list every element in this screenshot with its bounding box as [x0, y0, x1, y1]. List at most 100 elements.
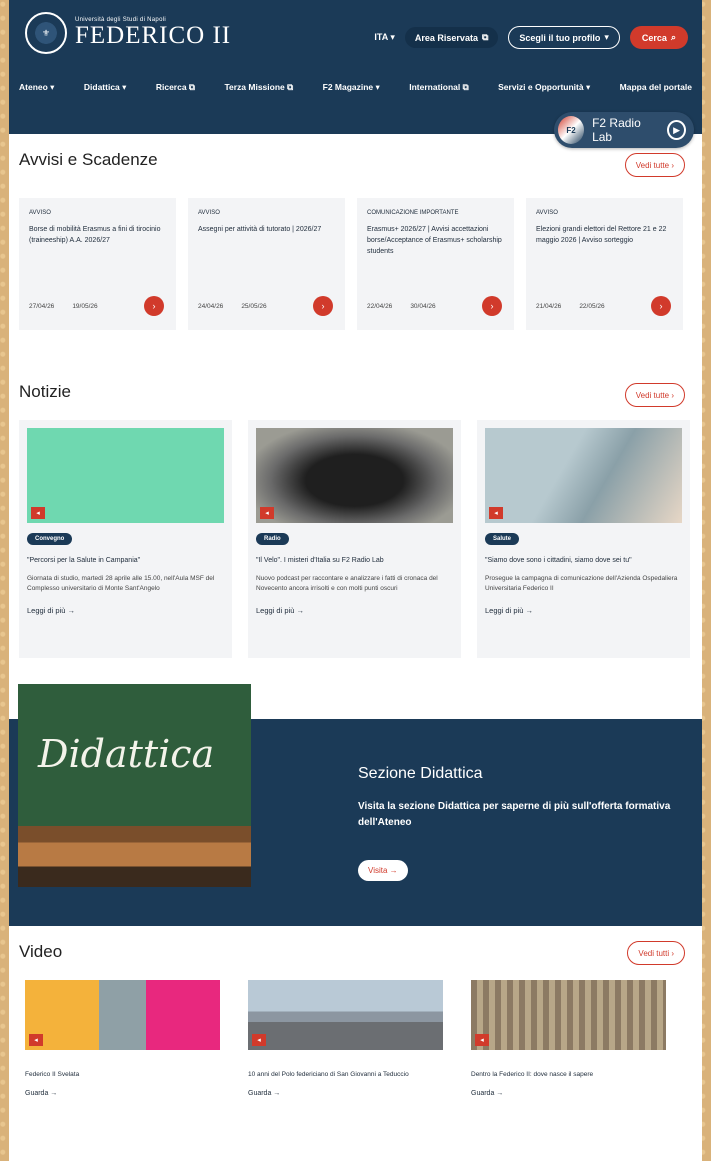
avviso-date-start: 22/04/26: [367, 303, 393, 310]
news-category-badge: Convegno: [27, 533, 73, 545]
notizie-vedi-tutte-button[interactable]: Vedi tutte ›: [624, 383, 685, 407]
didattica-banner: Didattica Sezione Didattica Visita la se…: [9, 684, 702, 926]
video-thumbnail[interactable]: ◂: [471, 980, 666, 1050]
nav-item-f2-magazine[interactable]: F2 Magazine ▾: [323, 82, 380, 93]
avvisi-list: AVVISO Borse di mobilità Erasmus a fini …: [19, 198, 683, 330]
didattica-text: Visita la sezione Didattica per saperne …: [358, 801, 671, 828]
video-card[interactable]: ◂ Federico II Svelata Guarda →: [25, 980, 220, 1097]
didattica-title: Sezione Didattica: [358, 765, 483, 782]
avviso-tag: AVVISO: [198, 210, 220, 216]
video-watch-link[interactable]: Guarda →: [248, 1090, 443, 1097]
news-title[interactable]: "Siamo dove sono i cittadini, siamo dove…: [485, 557, 682, 564]
logo-title: FEDERICO II: [75, 22, 232, 49]
news-read-more-link[interactable]: Leggi di più →: [256, 606, 453, 615]
video-watch-link[interactable]: Guarda →: [25, 1090, 220, 1097]
avviso-text: Erasmus+ 2026/27 | Avvisi accettazioni b…: [367, 226, 502, 255]
seal-icon: ⚜: [25, 12, 67, 54]
avviso-tag: COMUNICAZIONE IMPORTANTE: [367, 210, 459, 216]
avviso-card[interactable]: AVVISO Borse di mobilità Erasmus a fini …: [19, 198, 176, 330]
area-riservata-button[interactable]: Area Riservata ⧉: [404, 27, 499, 48]
radio-label: F2 Radio Lab: [592, 116, 641, 144]
video-watch-link[interactable]: Guarda →: [471, 1090, 666, 1097]
video-title-text[interactable]: Dentro la Federico II: dove nasce il sap…: [471, 1070, 666, 1080]
news-card[interactable]: ◂ Radio "Il Velo". I misteri d'Italia su…: [248, 420, 461, 658]
news-image[interactable]: ◂: [256, 428, 453, 523]
profile-selector-button[interactable]: Scegli il tuo profilo ▾: [508, 26, 620, 49]
megaphone-icon: ◂: [260, 507, 274, 519]
avviso-date-start: 21/04/26: [536, 303, 562, 310]
news-category-badge: Radio: [256, 533, 289, 545]
avvisi-title: Avvisi e Scadenze: [19, 150, 158, 169]
arrow-right-icon[interactable]: ›: [482, 296, 502, 316]
nav-item-ricerca[interactable]: Ricerca ⧉: [156, 82, 195, 93]
avviso-text: Borse di mobilità Erasmus a fini di tiro…: [29, 226, 161, 244]
news-description: Nuovo podcast per raccontare e analizzar…: [256, 575, 438, 592]
megaphone-icon: ◂: [31, 507, 45, 519]
avviso-card[interactable]: COMUNICAZIONE IMPORTANTE Erasmus+ 2026/2…: [357, 198, 514, 330]
nav-item-didattica[interactable]: Didattica ▾: [84, 82, 127, 93]
didattica-image-word: Didattica: [38, 732, 215, 776]
arrow-right-icon[interactable]: ›: [651, 296, 671, 316]
video-title-text[interactable]: Federico II Svelata: [25, 1070, 220, 1080]
avviso-card[interactable]: AVVISO Elezioni grandi elettori del Rett…: [526, 198, 683, 330]
search-button[interactable]: Cerca ⌕: [629, 26, 688, 49]
video-title-text[interactable]: 10 anni del Polo federiciano di San Giov…: [248, 1070, 443, 1080]
radio-logo-icon: F2: [558, 116, 585, 144]
chevron-down-icon: ▾: [604, 32, 609, 42]
news-card[interactable]: ◂ Convegno "Percorsi per la Salute in Ca…: [19, 420, 232, 658]
radio-player[interactable]: F2 F2 Radio Lab ▶: [554, 112, 694, 148]
avvisi-vedi-tutte-button[interactable]: Vedi tutte ›: [624, 153, 685, 177]
avviso-date-end: 25/05/26: [241, 303, 267, 310]
play-icon[interactable]: ▶: [667, 120, 686, 140]
search-icon: ⌕: [670, 32, 676, 42]
nav-item-international[interactable]: International ⧉: [409, 82, 468, 93]
video-vedi-tutti-button[interactable]: Vedi tutti ›: [627, 941, 685, 965]
language-selector[interactable]: ITA ▾: [374, 32, 395, 43]
video-title: Video: [19, 942, 63, 961]
news-category-badge: Salute: [485, 533, 520, 545]
avviso-date-end: 22/05/26: [579, 303, 605, 310]
page: ⚜ Università degli Studi di Napoli FEDER…: [9, 0, 702, 1161]
avviso-date-end: 19/05/26: [72, 303, 98, 310]
news-read-more-link[interactable]: Leggi di più →: [485, 606, 682, 615]
news-title[interactable]: "Percorsi per la Salute in Campania": [27, 557, 224, 564]
arrow-right-icon[interactable]: ›: [313, 296, 333, 316]
news-image[interactable]: ◂: [485, 428, 682, 523]
avviso-text: Elezioni grandi elettori del Rettore 21 …: [536, 226, 667, 244]
news-description: Prosegue la campagna di comunicazione de…: [485, 575, 678, 592]
video-thumbnail[interactable]: ◂: [248, 980, 443, 1050]
nav-item-ateneo[interactable]: Ateneo ▾: [19, 82, 54, 93]
avviso-date-start: 24/04/26: [198, 303, 224, 310]
megaphone-icon: ◂: [252, 1034, 266, 1046]
search-label: Cerca: [641, 32, 667, 43]
news-card[interactable]: ◂ Salute "Siamo dove sono i cittadini, s…: [477, 420, 690, 658]
megaphone-icon: ◂: [29, 1034, 43, 1046]
news-description: Giornata di studio, martedì 28 aprile al…: [27, 575, 215, 592]
news-title[interactable]: "Il Velo". I misteri d'Italia su F2 Radi…: [256, 557, 453, 564]
area-riservata-label: Area Riservata: [414, 32, 478, 43]
video-thumbnail[interactable]: ◂: [25, 980, 220, 1050]
nav-item-terza-missione[interactable]: Terza Missione ⧉: [224, 82, 293, 93]
arrow-right-icon[interactable]: ›: [144, 296, 164, 316]
profile-label: Scegli il tuo profilo: [519, 32, 601, 43]
avviso-text: Assegni per attività di tutorato | 2026/…: [198, 226, 322, 233]
megaphone-icon: ◂: [475, 1034, 489, 1046]
avviso-tag: AVVISO: [29, 210, 51, 216]
video-list: ◂ Federico II Svelata Guarda → ◂ 10 anni…: [25, 980, 666, 1097]
main-nav: Ateneo ▾ Didattica ▾ Ricerca ⧉ Terza Mis…: [19, 82, 692, 93]
notizie-title: Notizie: [19, 382, 71, 401]
video-card[interactable]: ◂ Dentro la Federico II: dove nasce il s…: [471, 980, 666, 1097]
university-logo[interactable]: ⚜ Università degli Studi di Napoli FEDER…: [25, 12, 231, 54]
avviso-card[interactable]: AVVISO Assegni per attività di tutorato …: [188, 198, 345, 330]
avviso-date-end: 30/04/26: [410, 303, 436, 310]
news-image[interactable]: ◂: [27, 428, 224, 523]
avviso-date-start: 27/04/26: [29, 303, 55, 310]
didattica-visita-button[interactable]: Visita →: [358, 860, 408, 881]
nav-item-servizi[interactable]: Servizi e Opportunità ▾: [498, 82, 590, 93]
didattica-image: Didattica: [18, 684, 251, 887]
news-list: ◂ Convegno "Percorsi per la Salute in Ca…: [19, 420, 690, 658]
video-card[interactable]: ◂ 10 anni del Polo federiciano di San Gi…: [248, 980, 443, 1097]
avviso-tag: AVVISO: [536, 210, 558, 216]
news-read-more-link[interactable]: Leggi di più →: [27, 606, 224, 615]
nav-item-mappa[interactable]: Mappa del portale: [620, 82, 692, 93]
